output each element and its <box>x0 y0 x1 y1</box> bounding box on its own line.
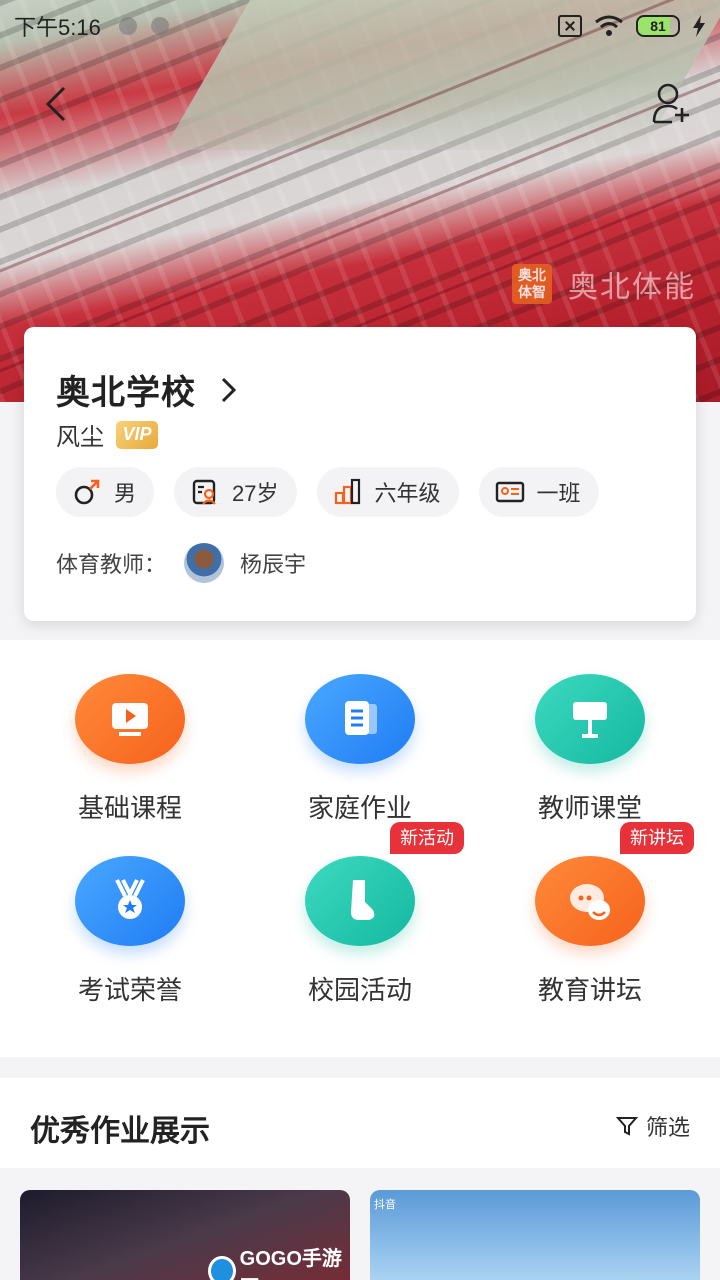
teacher-name: 杨辰宇 <box>240 552 307 577</box>
menu-label: 教育讲坛 <box>537 975 642 1005</box>
menu-label: 家庭作业 <box>307 793 412 823</box>
video-icon <box>75 674 185 764</box>
watermark: GOGO手游网 <box>208 1242 350 1280</box>
new-activity-badge: 新活动 <box>390 822 464 854</box>
menu-label: 教师课堂 <box>537 793 642 823</box>
menu-homework[interactable]: 家庭作业 <box>280 640 440 823</box>
brand-name: 奥北体能 <box>568 271 696 304</box>
feature-grid: 基础课程 家庭作业 教师课堂 考试荣誉 校园活动 新活动 教育讲坛 新讲坛 <box>0 640 720 1057</box>
class-label: 一班 <box>536 481 581 506</box>
grade-label: 六年级 <box>374 481 441 506</box>
no-sim-icon <box>558 15 582 37</box>
chat-icon <box>535 856 645 946</box>
brand-watermark: 奥北体智 奥北体能 <box>512 262 696 306</box>
section-title: 优秀作业展示 <box>30 1115 210 1148</box>
school-name: 奥北学校 <box>56 374 196 412</box>
teacher-row[interactable]: 体育教师： 杨辰宇 <box>56 543 306 583</box>
sock-icon <box>305 856 415 946</box>
male-icon <box>74 479 100 505</box>
gender-chip: 男 <box>56 467 155 517</box>
school-link[interactable]: 奥北学校 <box>56 365 238 414</box>
add-user-button[interactable] <box>652 82 692 126</box>
menu-campus-activities[interactable]: 校园活动 新活动 <box>280 822 464 1005</box>
user-row: 风尘 VIP <box>56 417 158 452</box>
status-time: 下午5:16 <box>14 15 101 40</box>
age-chip: 27岁 <box>174 467 297 517</box>
menu-exam-honors[interactable]: 考试荣誉 <box>50 822 210 1005</box>
filter-label: 筛选 <box>646 1115 691 1140</box>
lectern-icon <box>535 674 645 764</box>
id-age-icon <box>192 479 216 505</box>
teacher-avatar <box>184 543 225 583</box>
user-name: 风尘 <box>56 424 104 451</box>
age-label: 27岁 <box>232 481 279 506</box>
new-forum-badge: 新讲坛 <box>620 822 694 854</box>
teacher-label: 体育教师： <box>56 552 167 577</box>
menu-teacher-class[interactable]: 教师课堂 <box>510 640 670 823</box>
notification-icon <box>118 17 137 35</box>
watermark-text: GOGO手游网 <box>239 1248 342 1280</box>
profile-card: 奥北学校 风尘 VIP 男 27岁 六年级 一班 体育教师： 杨辰宇 <box>24 327 696 621</box>
charging-icon <box>693 15 705 37</box>
add-user-icon <box>652 83 689 124</box>
back-arrow-icon <box>45 86 66 122</box>
menu-label: 基础课程 <box>77 793 182 823</box>
homework-thumbnail[interactable]: GOGO手游网 <box>20 1190 350 1280</box>
homework-thumbnail[interactable]: 抖音 <box>370 1190 700 1280</box>
notification-icon <box>150 17 169 35</box>
wifi-icon <box>595 15 623 36</box>
bar-chart-icon <box>334 478 360 505</box>
filter-button[interactable]: 筛选 <box>616 1110 690 1142</box>
gogo-logo-icon <box>208 1256 236 1280</box>
medal-icon <box>75 856 185 946</box>
back-button[interactable] <box>40 84 76 124</box>
filter-icon <box>616 1117 638 1136</box>
menu-basic-courses[interactable]: 基础课程 <box>50 640 210 823</box>
watermark-text: 抖音 <box>374 1199 396 1211</box>
class-chip: 一班 <box>478 467 599 517</box>
chevron-right-icon <box>221 377 237 402</box>
vip-badge: VIP <box>116 420 158 449</box>
status-bar: 下午5:16 81 <box>0 0 720 52</box>
menu-label: 考试荣誉 <box>77 975 182 1005</box>
menu-education-forum[interactable]: 教育讲坛 新讲坛 <box>510 822 694 1005</box>
homework-showcase-header: 优秀作业展示 筛选 <box>0 1078 720 1168</box>
gender-label: 男 <box>114 481 137 506</box>
profile-chips: 男 27岁 六年级 一班 <box>56 467 599 517</box>
battery-indicator: 81 <box>636 15 680 37</box>
id-card-icon <box>495 481 524 503</box>
grade-chip: 六年级 <box>316 467 459 517</box>
menu-label: 校园活动 <box>307 975 412 1005</box>
brand-logo: 奥北体智 <box>512 264 552 304</box>
clipboard-icon <box>305 674 415 764</box>
